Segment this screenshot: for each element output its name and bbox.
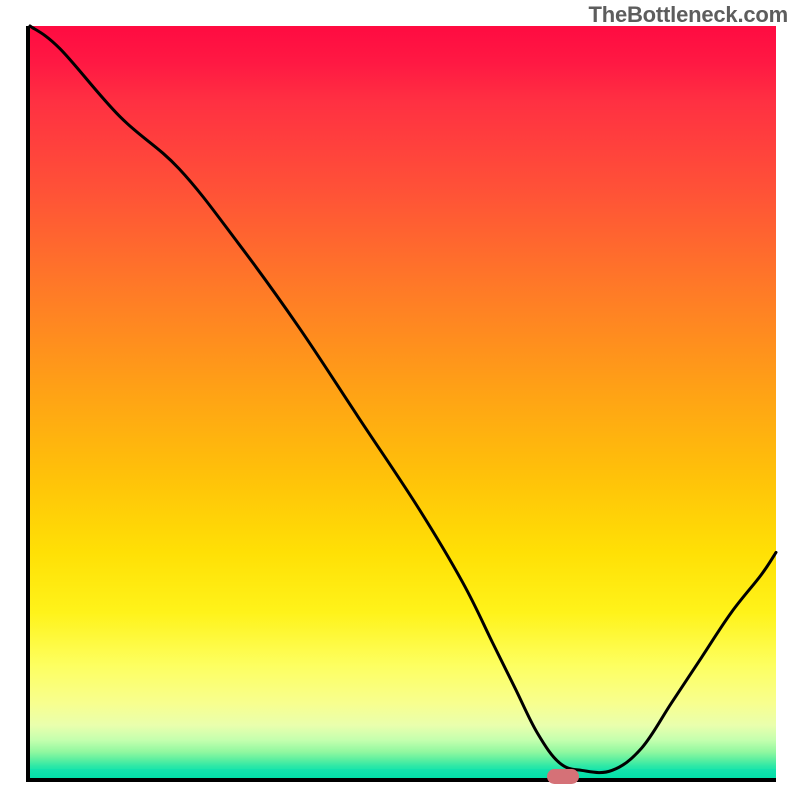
curve-path xyxy=(30,26,776,773)
watermark-text: TheBottleneck.com xyxy=(588,2,788,28)
bottleneck-curve xyxy=(30,26,776,778)
optimal-marker xyxy=(547,769,579,784)
chart-plot-area xyxy=(26,26,776,782)
